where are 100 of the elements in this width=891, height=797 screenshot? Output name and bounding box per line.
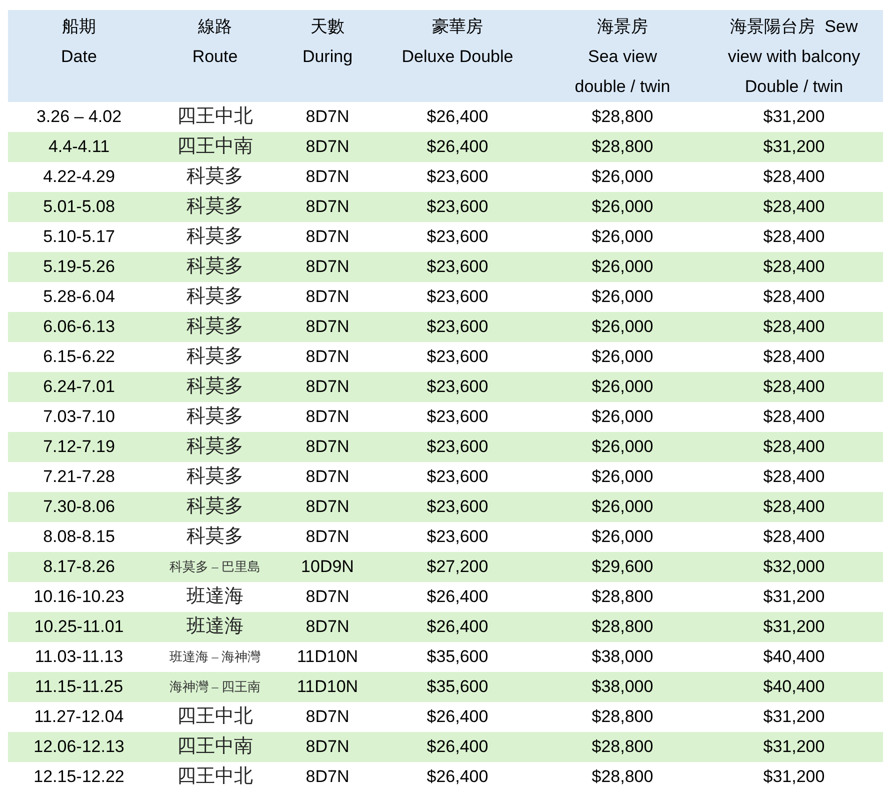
table-cell: 8D7N <box>306 227 350 246</box>
column-header: Double / twin <box>744 76 844 98</box>
table-cell: 3.26 – 4.02 <box>36 107 122 126</box>
column-header: Date <box>60 46 98 68</box>
table-cell: 8.08-8.15 <box>43 527 115 546</box>
table-cell: 海神灣 – 四王南 <box>170 679 260 694</box>
table-cell: 8D7N <box>306 107 350 126</box>
table-cell: 12.06-12.13 <box>34 737 124 756</box>
table-cell: 8D7N <box>306 497 350 516</box>
table-cell: 7.21-7.28 <box>43 467 115 486</box>
table-cell: 8D7N <box>306 167 350 186</box>
table-cell: $31,200 <box>763 737 825 756</box>
table-cell: $28,400 <box>763 527 825 546</box>
table-cell: $28,400 <box>763 497 825 516</box>
table-cell: 8D7N <box>306 137 350 156</box>
table-cell: 科莫多 <box>186 226 244 247</box>
table-cell: 班達海 – 海神灣 <box>170 649 260 664</box>
table-cell: $26,000 <box>592 347 654 366</box>
table-cell: $26,400 <box>426 587 488 606</box>
table-cell: $28,400 <box>763 197 825 216</box>
table-cell: 8D7N <box>306 767 350 786</box>
table-cell: $23,600 <box>426 287 488 306</box>
table-cell: 科莫多 <box>186 436 244 457</box>
table-cell: $23,600 <box>426 437 488 456</box>
table-cell: 科莫多 <box>186 406 244 427</box>
table-cell: $28,800 <box>592 107 654 126</box>
table-cell: $26,000 <box>592 407 654 426</box>
table-cell: $26,000 <box>592 287 654 306</box>
column-header: 天數 <box>310 16 346 38</box>
table-cell: 科莫多 – 巴里島 <box>170 559 260 574</box>
column-header: During <box>301 46 354 68</box>
table-cell: $26,000 <box>592 377 654 396</box>
table-cell: 8D7N <box>306 287 350 306</box>
table-cell: 8D7N <box>306 617 350 636</box>
table-cell: $28,400 <box>763 467 825 486</box>
table-cell: 7.12-7.19 <box>43 437 115 456</box>
table-cell: $31,200 <box>763 137 825 156</box>
table-cell: $28,400 <box>763 347 825 366</box>
table-cell: $26,400 <box>426 137 488 156</box>
table-cell: 6.24-7.01 <box>43 377 115 396</box>
table-cell: $28,800 <box>592 707 654 726</box>
table-cell: 6.15-6.22 <box>43 347 115 366</box>
table-cell: 8D7N <box>306 587 350 606</box>
table-cell: 11D10N <box>296 677 358 696</box>
table-cell: $28,800 <box>592 617 654 636</box>
table-cell: $40,400 <box>763 647 825 666</box>
table-cell: $26,000 <box>592 257 654 276</box>
table-cell: $28,400 <box>763 287 825 306</box>
table-cell: 5.01-5.08 <box>43 197 115 216</box>
table-cell: $28,400 <box>763 407 825 426</box>
table-cell: $28,400 <box>763 317 825 336</box>
table-cell: 科莫多 <box>186 256 244 277</box>
table-cell: $26,000 <box>592 167 654 186</box>
table-cell: $40,400 <box>763 677 825 696</box>
table-cell: $23,600 <box>426 167 488 186</box>
table-cell: 四王中南 <box>177 736 253 757</box>
column-header: double / twin <box>574 76 672 98</box>
table-cell: $26,000 <box>592 227 654 246</box>
table-cell: 11.15-11.25 <box>34 677 124 696</box>
table-cell: 8D7N <box>306 467 350 486</box>
table-cell: 科莫多 <box>186 316 244 337</box>
table-cell: $23,600 <box>426 497 488 516</box>
table-cell: $38,000 <box>592 677 654 696</box>
table-cell: $28,800 <box>592 737 654 756</box>
table-cell: $31,200 <box>763 587 825 606</box>
table-cell: $35,600 <box>426 647 488 666</box>
table-cell: 5.10-5.17 <box>43 227 115 246</box>
table-cell: $26,000 <box>592 317 654 336</box>
table-cell: 科莫多 <box>186 526 244 547</box>
table-cell: 8D7N <box>306 437 350 456</box>
table-cell: $28,400 <box>763 257 825 276</box>
table-cell: $38,000 <box>592 647 654 666</box>
table-cell: 8.17-8.26 <box>43 557 115 576</box>
table-cell: $26,400 <box>426 737 488 756</box>
table-cell: $23,600 <box>426 257 488 276</box>
table-cell: 8D7N <box>306 527 350 546</box>
table-cell: 班達海 <box>186 586 244 607</box>
table-cell: 8D7N <box>306 707 350 726</box>
column-header: 線路 <box>197 16 233 38</box>
table-cell: $26,400 <box>426 707 488 726</box>
table-cell: 8D7N <box>306 347 350 366</box>
table-cell: 10.16-10.23 <box>34 587 124 606</box>
table-cell: $28,400 <box>763 437 825 456</box>
table-cell: 班達海 <box>186 616 244 637</box>
table-cell: 科莫多 <box>186 286 244 307</box>
table-cell: $31,200 <box>763 617 825 636</box>
column-header: 船期 <box>61 16 97 38</box>
table-cell: $28,400 <box>763 167 825 186</box>
table-cell: $23,600 <box>426 197 488 216</box>
table-cell: $26,400 <box>426 107 488 126</box>
table-cell: $26,000 <box>592 527 654 546</box>
table-cell: $23,600 <box>426 347 488 366</box>
table-cell: 7.03-7.10 <box>43 407 115 426</box>
table-cell: $31,200 <box>763 107 825 126</box>
table-cell: 四王中南 <box>177 136 253 157</box>
table-cell: 11.27-12.04 <box>34 707 124 726</box>
table-cell: $28,800 <box>592 137 654 156</box>
table-cell: 四王中北 <box>177 706 253 727</box>
table-cell: 4.22-4.29 <box>43 167 115 186</box>
table-cell: $23,600 <box>426 527 488 546</box>
